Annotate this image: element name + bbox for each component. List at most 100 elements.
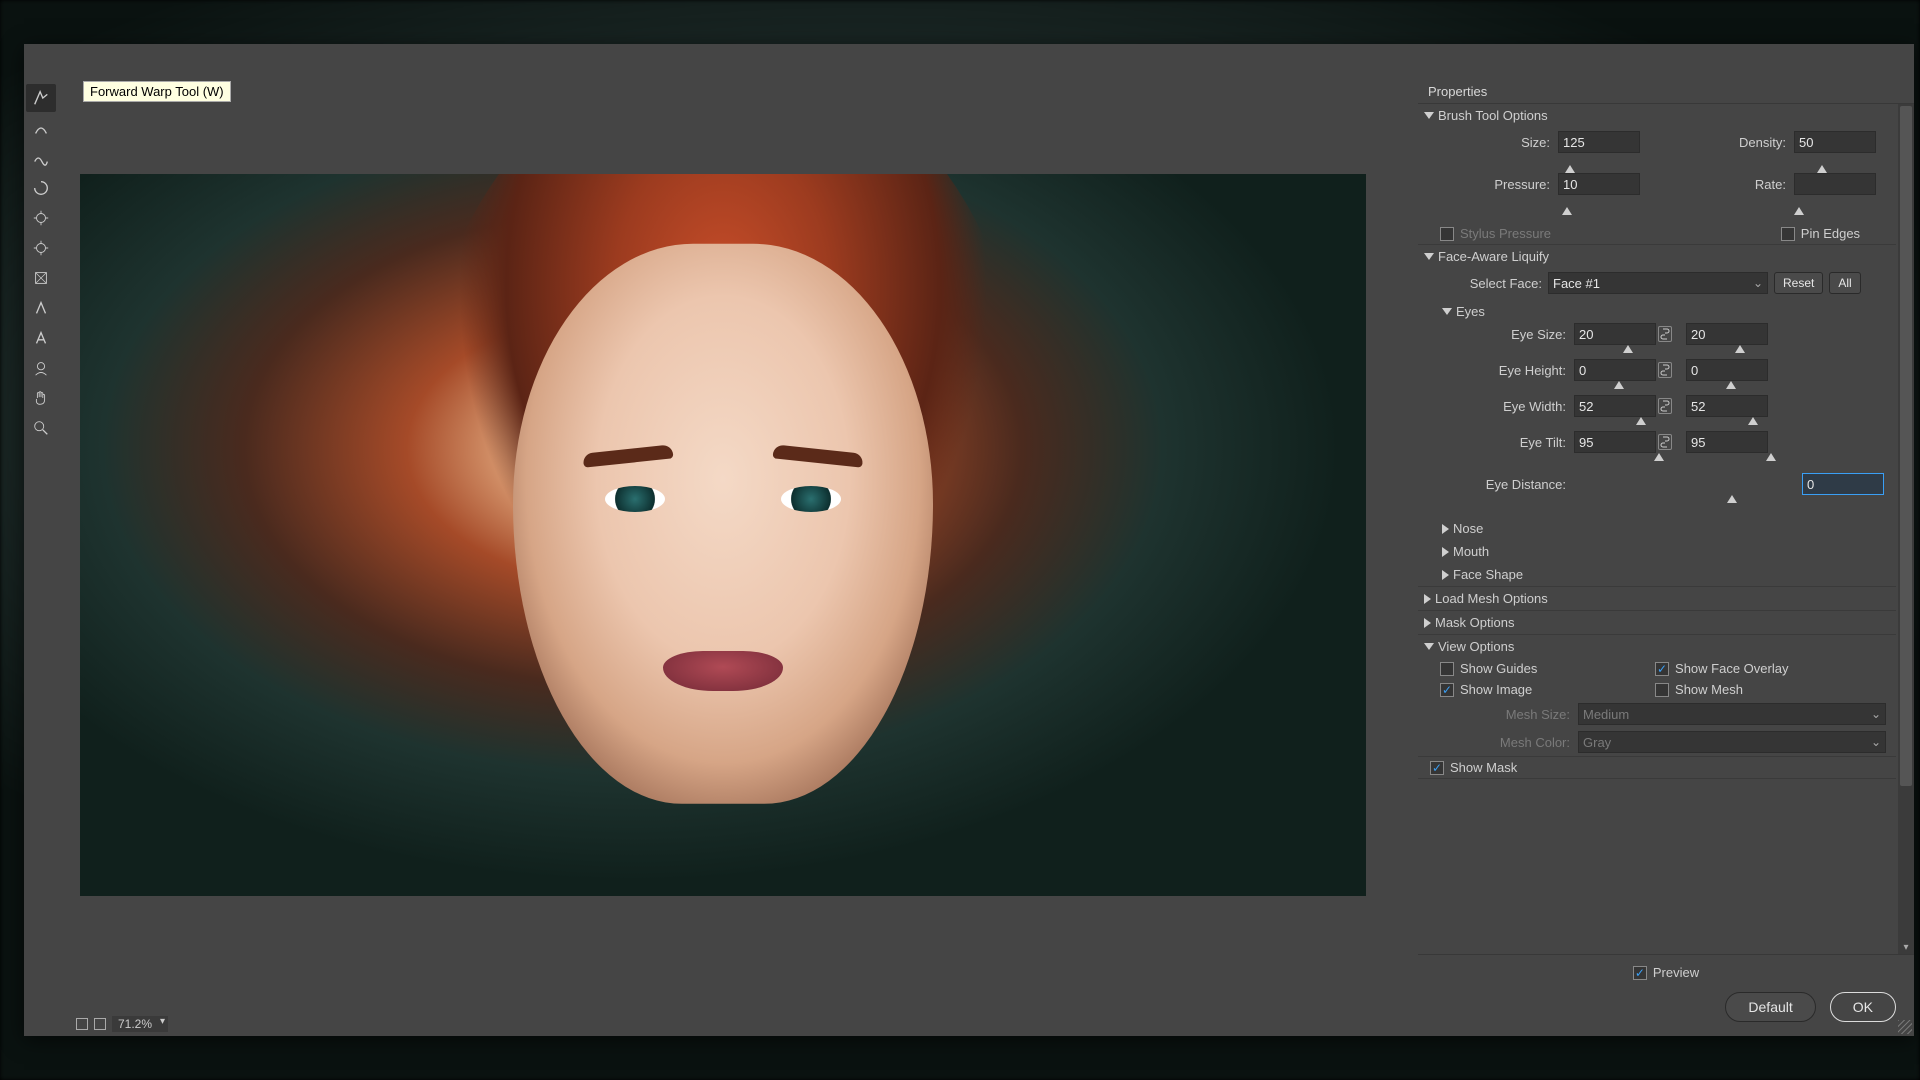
default-button[interactable]: Default bbox=[1725, 992, 1815, 1022]
show-guides-label: Show Guides bbox=[1460, 661, 1537, 676]
show-image-label: Show Image bbox=[1460, 682, 1532, 697]
thaw-mask-tool[interactable] bbox=[26, 324, 56, 352]
disclosure-icon bbox=[1442, 524, 1449, 534]
show-mask-label: Show Mask bbox=[1450, 760, 1517, 775]
pin-edges-label: Pin Edges bbox=[1801, 226, 1860, 241]
section-header-nose[interactable]: Nose bbox=[1418, 517, 1896, 540]
image-canvas[interactable] bbox=[80, 174, 1366, 896]
section-label: Eyes bbox=[1456, 304, 1485, 319]
section-header-brush[interactable]: Brush Tool Options bbox=[1418, 104, 1896, 127]
section-header-faceshape[interactable]: Face Shape bbox=[1418, 563, 1896, 586]
eye-distance-slider[interactable] bbox=[1574, 495, 1886, 509]
pressure-input[interactable] bbox=[1558, 173, 1640, 195]
eye-width-right-slider[interactable] bbox=[1686, 417, 1770, 431]
reconstruct-tool[interactable] bbox=[26, 114, 56, 142]
mesh-color-label: Mesh Color: bbox=[1418, 735, 1578, 750]
eye-size-right-slider[interactable] bbox=[1686, 345, 1770, 359]
forward-warp-tool[interactable] bbox=[26, 84, 56, 112]
section-header-eyes[interactable]: Eyes bbox=[1418, 300, 1896, 323]
canvas-area: Forward Warp Tool (W) 71.2% bbox=[58, 78, 1418, 1036]
show-mesh-checkbox[interactable] bbox=[1655, 683, 1669, 697]
section-label: Face Shape bbox=[1453, 567, 1523, 582]
disclosure-icon bbox=[1442, 570, 1449, 580]
eye-width-left-input[interactable] bbox=[1574, 395, 1656, 417]
push-left-tool[interactable] bbox=[26, 264, 56, 292]
preview-checkbox[interactable] bbox=[1633, 966, 1647, 980]
pressure-slider[interactable] bbox=[1558, 195, 1650, 215]
scrollbar[interactable]: ▴ ▾ bbox=[1898, 104, 1914, 954]
rate-slider[interactable] bbox=[1794, 195, 1886, 215]
eye-width-right-input[interactable] bbox=[1686, 395, 1768, 417]
eye-tilt-label: Eye Tilt: bbox=[1418, 435, 1574, 450]
liquify-dialog: Forward Warp Tool (W) 71.2% Properties ▴… bbox=[24, 44, 1914, 1036]
statusbar-box-icon[interactable] bbox=[76, 1018, 88, 1030]
rate-input[interactable] bbox=[1794, 173, 1876, 195]
mesh-size-label: Mesh Size: bbox=[1418, 707, 1578, 722]
eye-width-left-slider[interactable] bbox=[1574, 417, 1658, 431]
eye-width-label: Eye Width: bbox=[1418, 399, 1574, 414]
all-button[interactable]: All bbox=[1829, 272, 1860, 294]
size-slider[interactable] bbox=[1558, 153, 1650, 173]
eye-size-right-input[interactable] bbox=[1686, 323, 1768, 345]
size-input[interactable] bbox=[1558, 131, 1640, 153]
eye-tilt-left-input[interactable] bbox=[1574, 431, 1656, 453]
eye-tilt-right-slider[interactable] bbox=[1686, 453, 1770, 467]
disclosure-icon bbox=[1424, 112, 1434, 119]
eye-size-left-input[interactable] bbox=[1574, 323, 1656, 345]
show-face-overlay-label: Show Face Overlay bbox=[1675, 661, 1788, 676]
statusbar-box-icon[interactable] bbox=[94, 1018, 106, 1030]
section-brush: Brush Tool Options Size: Density: Pressu… bbox=[1418, 104, 1896, 245]
freeze-mask-tool[interactable] bbox=[26, 294, 56, 322]
twirl-tool[interactable] bbox=[26, 174, 56, 202]
section-label: Mask Options bbox=[1435, 615, 1514, 630]
reset-button[interactable]: Reset bbox=[1774, 272, 1823, 294]
pucker-tool[interactable] bbox=[26, 204, 56, 232]
scrollbar-thumb[interactable] bbox=[1900, 106, 1912, 786]
section-label: View Options bbox=[1438, 639, 1514, 654]
section-header-mouth[interactable]: Mouth bbox=[1418, 540, 1896, 563]
pin-edges-checkbox[interactable] bbox=[1781, 227, 1795, 241]
smooth-tool[interactable] bbox=[26, 144, 56, 172]
rate-label: Rate: bbox=[1684, 177, 1794, 192]
disclosure-icon bbox=[1442, 547, 1449, 557]
status-bar: 71.2% bbox=[58, 1012, 1418, 1036]
show-image-checkbox[interactable] bbox=[1440, 683, 1454, 697]
portrait-eye bbox=[605, 486, 665, 512]
section-header-loadmesh[interactable]: Load Mesh Options bbox=[1418, 587, 1896, 610]
face-tool[interactable] bbox=[26, 354, 56, 382]
eye-distance-input[interactable] bbox=[1802, 473, 1884, 495]
disclosure-icon bbox=[1424, 594, 1431, 604]
preview-label: Preview bbox=[1653, 965, 1699, 980]
panel-footer: Preview Default OK bbox=[1418, 955, 1914, 1036]
link-icon[interactable] bbox=[1658, 434, 1672, 450]
link-icon[interactable] bbox=[1658, 398, 1672, 414]
eye-tilt-right-input[interactable] bbox=[1686, 431, 1768, 453]
eye-height-left-input[interactable] bbox=[1574, 359, 1656, 381]
eye-size-left-slider[interactable] bbox=[1574, 345, 1658, 359]
bloat-tool[interactable] bbox=[26, 234, 56, 262]
zoom-dropdown[interactable]: 71.2% bbox=[112, 1016, 168, 1032]
select-face-dropdown[interactable]: Face #1 bbox=[1548, 272, 1768, 294]
show-guides-checkbox[interactable] bbox=[1440, 662, 1454, 676]
tool-strip bbox=[24, 78, 58, 1036]
scroll-down-icon[interactable]: ▾ bbox=[1898, 940, 1914, 954]
zoom-tool[interactable] bbox=[26, 414, 56, 442]
eye-height-right-input[interactable] bbox=[1686, 359, 1768, 381]
mesh-size-dropdown: Medium bbox=[1578, 703, 1886, 725]
section-header-face[interactable]: Face-Aware Liquify bbox=[1418, 245, 1896, 268]
show-mesh-label: Show Mesh bbox=[1675, 682, 1743, 697]
eye-height-right-slider[interactable] bbox=[1686, 381, 1770, 395]
eye-height-left-slider[interactable] bbox=[1574, 381, 1658, 395]
section-header-mask[interactable]: Mask Options bbox=[1418, 611, 1896, 634]
ok-button[interactable]: OK bbox=[1830, 992, 1896, 1022]
hand-tool[interactable] bbox=[26, 384, 56, 412]
eye-tilt-left-slider[interactable] bbox=[1574, 453, 1658, 467]
resize-grip-icon[interactable] bbox=[1898, 1020, 1912, 1034]
density-slider[interactable] bbox=[1794, 153, 1886, 173]
section-header-view[interactable]: View Options bbox=[1418, 635, 1896, 658]
link-icon[interactable] bbox=[1658, 326, 1672, 342]
show-mask-checkbox[interactable] bbox=[1430, 761, 1444, 775]
show-face-overlay-checkbox[interactable] bbox=[1655, 662, 1669, 676]
link-icon[interactable] bbox=[1658, 362, 1672, 378]
density-input[interactable] bbox=[1794, 131, 1876, 153]
